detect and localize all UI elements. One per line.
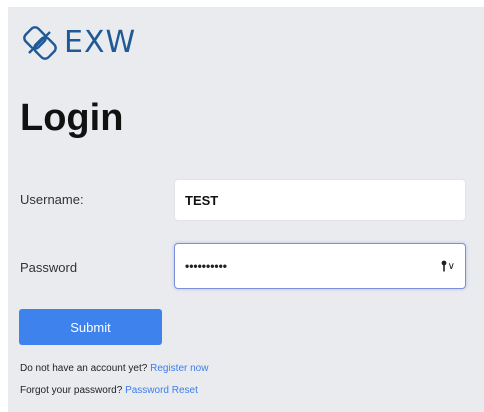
register-prompt: Do not have an account yet? [20,363,148,374]
password-toggle-button[interactable]: ∨ [440,260,455,272]
username-label: Username: [20,192,84,207]
reset-prompt: Forgot your password? [20,385,123,396]
exw-logo-icon [23,26,57,60]
register-link[interactable]: Register now [150,363,208,374]
submit-button[interactable]: Submit [19,309,162,345]
brand-name: EXW [64,25,137,60]
brand-logo: EXW [20,23,136,63]
page-title: Login [20,97,124,139]
password-value: •••••••••• [185,259,228,273]
chevron-down-icon: ∨ [447,260,455,272]
key-icon [441,260,447,272]
password-label: Password [20,260,78,275]
username-value: TEST [185,192,219,208]
username-input[interactable]: TEST [174,179,466,221]
password-reset-link[interactable]: Password Reset [125,385,198,396]
password-input[interactable]: •••••••••• ∨ [174,243,466,289]
register-line: Do not have an account yet? Register now [20,362,208,376]
reset-line: Forgot your password? Password Reset [20,384,198,398]
login-panel: EXW Login Username: TEST Password ••••••… [8,7,484,412]
